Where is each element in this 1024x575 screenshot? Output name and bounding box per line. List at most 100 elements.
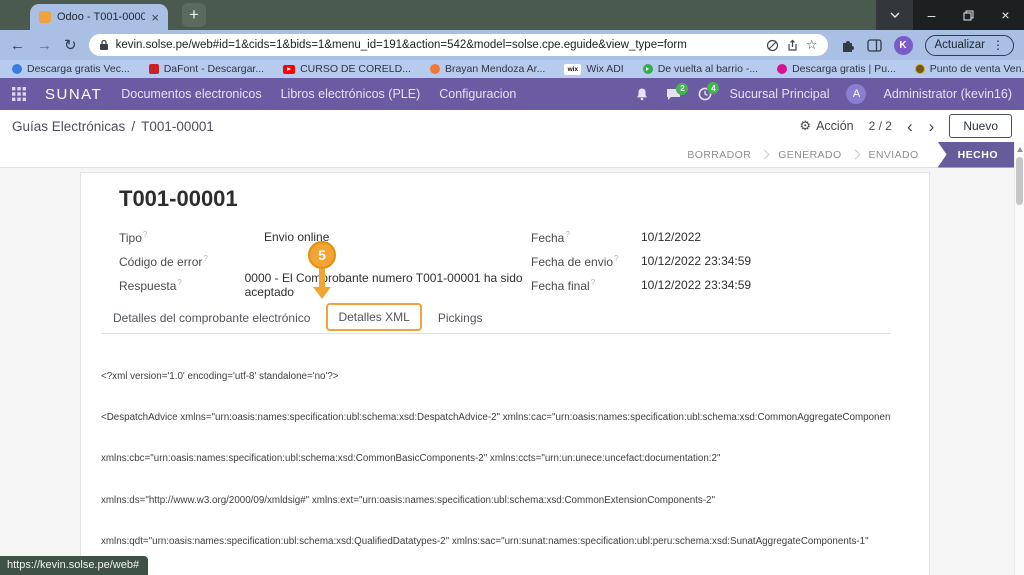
bookmark-item[interactable]: De vuelta al barrio -... bbox=[643, 63, 758, 75]
announcement-icon[interactable] bbox=[635, 87, 649, 101]
status-step-hecho-active[interactable]: HECHO bbox=[938, 142, 1014, 168]
statusbar: BORRADOR GENERADO ENVIADO HECHO bbox=[0, 142, 1024, 168]
annotation-arrow bbox=[319, 269, 325, 288]
tab-title: Odoo - T001-00001 bbox=[57, 11, 145, 23]
forward-button[interactable]: → bbox=[37, 38, 52, 53]
gear-icon: ⚙ bbox=[799, 118, 811, 134]
field-fecha-envio: Fecha de envio? 10/12/2022 23:34:59 bbox=[531, 249, 891, 273]
minimize-button[interactable]: – bbox=[913, 0, 950, 30]
scrollbar-thumb[interactable] bbox=[1016, 157, 1023, 205]
activities-button[interactable]: 4 bbox=[698, 87, 712, 101]
pager-next-button[interactable]: › bbox=[929, 118, 935, 135]
bookmark-item[interactable]: DaFont - Descargar... bbox=[149, 63, 264, 75]
form-view: T001-00001 Tipo? Envio online Código de … bbox=[0, 168, 1024, 575]
bookmark-item[interactable]: wixWix ADI bbox=[564, 63, 623, 75]
browser-titlebar: Odoo - T001-00001 × + – × bbox=[0, 0, 1024, 30]
breadcrumb-separator: / bbox=[131, 119, 135, 134]
restore-button[interactable] bbox=[950, 0, 987, 30]
tab-detalles-comprobante[interactable]: Detalles del comprobante electrónico bbox=[101, 303, 322, 333]
scroll-up-icon[interactable] bbox=[1017, 147, 1023, 152]
help-icon: ? bbox=[614, 254, 618, 263]
user-avatar[interactable]: A bbox=[846, 84, 866, 104]
field-respuesta-value: 0000 - El Comprobante numero T001-00001 … bbox=[245, 271, 531, 299]
odoo-favicon-icon bbox=[39, 11, 51, 23]
company-switcher[interactable]: Sucursal Principal bbox=[729, 87, 829, 101]
breadcrumb-parent[interactable]: Guías Electrónicas bbox=[12, 119, 125, 134]
field-fecha-value: 10/12/2022 bbox=[641, 230, 701, 244]
bookmark-item[interactable]: Brayan Mendoza Ar... bbox=[430, 63, 545, 75]
site-favicon-icon bbox=[915, 64, 925, 74]
vecteezy-favicon-icon bbox=[12, 64, 22, 74]
vertical-scrollbar[interactable] bbox=[1014, 142, 1024, 575]
xml-content: <?xml version='1.0' encoding='utf-8' sta… bbox=[101, 342, 891, 575]
bookmark-star-icon[interactable]: ☆ bbox=[806, 37, 818, 53]
notebook-tabs: Detalles del comprobante electrónico Det… bbox=[101, 303, 891, 334]
messages-badge: 2 bbox=[676, 83, 688, 95]
menu-configuracion[interactable]: Configuracion bbox=[439, 87, 516, 101]
side-panel-icon[interactable] bbox=[867, 39, 882, 52]
share-icon[interactable] bbox=[786, 39, 799, 52]
status-step-enviado[interactable]: ENVIADO bbox=[856, 149, 932, 161]
site-favicon-icon bbox=[777, 64, 787, 74]
wix-favicon-icon: wix bbox=[564, 64, 581, 75]
tab-pickings[interactable]: Pickings bbox=[426, 303, 495, 333]
new-record-button[interactable]: Nuevo bbox=[949, 114, 1012, 138]
status-step-generado[interactable]: GENERADO bbox=[765, 149, 854, 161]
breadcrumb-current: T001-00001 bbox=[141, 119, 214, 134]
bookmark-item[interactable]: CURSO DE CORELD... bbox=[283, 63, 411, 75]
page-insights-icon[interactable] bbox=[766, 39, 779, 52]
browser-toolbar: ← → ↻ kevin.solse.pe/web#id=1&cids=1&bid… bbox=[0, 30, 1024, 60]
bookmark-item[interactable]: Descarga gratis Vec... bbox=[12, 63, 130, 75]
site-favicon-icon bbox=[430, 64, 440, 74]
status-step-borrador[interactable]: BORRADOR bbox=[674, 149, 764, 161]
messages-button[interactable]: 2 bbox=[666, 88, 681, 101]
window-controls: – × bbox=[876, 0, 1024, 30]
extensions-icon[interactable] bbox=[840, 38, 855, 53]
bookmark-item[interactable]: Descarga gratis | Pu... bbox=[777, 63, 896, 75]
apps-grid-icon[interactable] bbox=[12, 87, 26, 101]
link-status-tooltip: https://kevin.solse.pe/web# bbox=[0, 556, 148, 575]
form-sheet: T001-00001 Tipo? Envio online Código de … bbox=[80, 172, 930, 575]
app-navbar: SUNAT Documentos electronicos Libros ele… bbox=[0, 78, 1024, 110]
chevron-down-icon bbox=[890, 12, 900, 18]
help-icon: ? bbox=[591, 278, 595, 287]
reload-button[interactable]: ↻ bbox=[64, 38, 77, 53]
field-fecha-final-value: 10/12/2022 23:34:59 bbox=[641, 278, 751, 292]
browser-menu-icon[interactable]: ⋮ bbox=[992, 38, 1004, 52]
update-chrome-button[interactable]: Actualizar ⋮ bbox=[925, 35, 1015, 56]
activities-badge: 4 bbox=[707, 82, 719, 94]
menu-libros-electronicos[interactable]: Libros electrónicos (PLE) bbox=[281, 87, 421, 101]
breadcrumb: Guías Electrónicas / T001-00001 bbox=[12, 119, 214, 134]
youtube-favicon-icon bbox=[283, 65, 295, 74]
tab-detalles-xml[interactable]: Detalles XML bbox=[326, 303, 421, 331]
new-tab-button[interactable]: + bbox=[182, 3, 206, 27]
help-icon: ? bbox=[565, 230, 569, 239]
browser-profile-avatar[interactable]: K bbox=[894, 36, 913, 55]
lock-icon bbox=[99, 39, 109, 51]
bookmarks-bar: Descarga gratis Vec... DaFont - Descarga… bbox=[0, 60, 1024, 78]
action-menu-button[interactable]: ⚙ Acción bbox=[799, 118, 853, 134]
update-chrome-label: Actualizar bbox=[935, 39, 986, 51]
url-text[interactable]: kevin.solse.pe/web#id=1&cids=1&bids=1&me… bbox=[116, 39, 759, 51]
pager-count: 2 / 2 bbox=[869, 119, 892, 133]
app-brand[interactable]: SUNAT bbox=[45, 86, 102, 103]
back-button[interactable]: ← bbox=[10, 38, 25, 53]
tab-close-icon[interactable]: × bbox=[151, 11, 159, 24]
window-menu-button[interactable] bbox=[876, 0, 913, 30]
record-title: T001-00001 bbox=[119, 187, 891, 211]
control-panel: Guías Electrónicas / T001-00001 ⚙ Acción… bbox=[0, 110, 1024, 142]
browser-tab[interactable]: Odoo - T001-00001 × bbox=[30, 4, 168, 30]
pager-previous-button[interactable]: ‹ bbox=[907, 118, 913, 135]
user-menu[interactable]: Administrator (kevin16) bbox=[883, 87, 1012, 101]
dafont-favicon-icon bbox=[149, 64, 159, 74]
annotation-arrow-head bbox=[313, 287, 331, 299]
field-fecha-final: Fecha final? 10/12/2022 23:34:59 bbox=[531, 273, 891, 297]
bookmark-item[interactable]: Punto de venta Ven... bbox=[915, 63, 1024, 75]
menu-documentos-electronicos[interactable]: Documentos electronicos bbox=[121, 87, 261, 101]
annotation-step-5: 5 bbox=[308, 241, 336, 269]
help-icon: ? bbox=[143, 230, 147, 239]
close-window-button[interactable]: × bbox=[987, 0, 1024, 30]
play-favicon-icon bbox=[643, 64, 653, 74]
url-bar[interactable]: kevin.solse.pe/web#id=1&cids=1&bids=1&me… bbox=[89, 34, 828, 56]
help-icon: ? bbox=[177, 278, 181, 287]
